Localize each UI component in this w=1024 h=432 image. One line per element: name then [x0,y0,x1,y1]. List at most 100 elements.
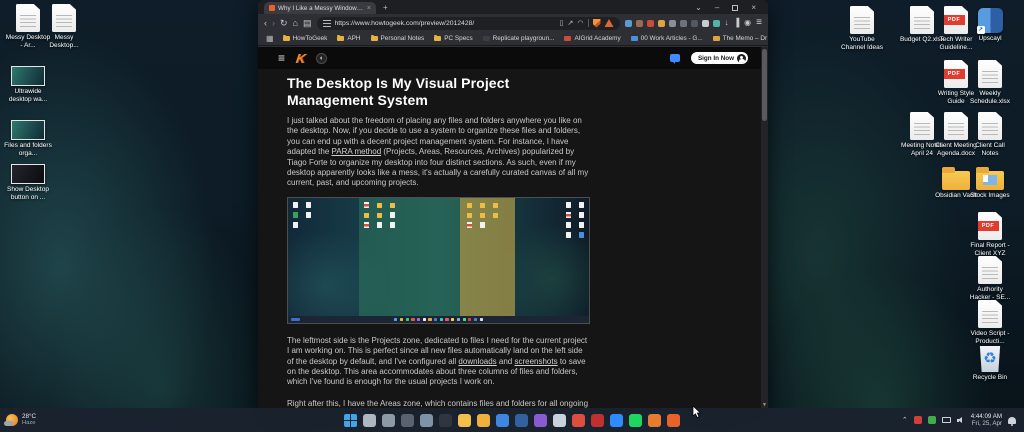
downloads-icon[interactable]: ↓ [725,19,729,27]
tray-app-green-icon[interactable] [928,416,936,424]
bookmark-items: HowToGeek APH Personal Notes PC Specs [283,35,768,42]
site-info-icon[interactable] [323,20,331,27]
extension-icon[interactable] [669,20,676,27]
desktop-icon[interactable]: Messy Desktop... [40,4,88,49]
scrollbar-thumb[interactable] [762,49,767,121]
taskbar-app-icon[interactable] [363,414,376,427]
taskbar-app-icon[interactable] [382,414,395,427]
desktop-icon[interactable]: Authority Hacker - SE... [966,256,1014,301]
desktop-icon[interactable]: Client Call Notes [966,112,1014,157]
bookmark-item[interactable]: 00 Work Articles - G... [631,35,703,42]
comments-icon[interactable] [670,54,680,62]
theme-toggle-icon[interactable]: ◐ [316,53,327,64]
taskbar-app-icon[interactable] [572,414,585,427]
share-icon[interactable]: ↗ [568,20,574,27]
sign-in-button[interactable]: Sign In Now [691,52,748,64]
bookmark-label: APH [347,35,360,42]
minimize-button[interactable]: – [715,3,719,12]
tray-chevron-icon[interactable]: ⌃ [902,417,908,424]
url-text[interactable]: https://www.howtogeek.com/preview/201242… [335,20,556,27]
extension-icon[interactable] [713,20,720,27]
weather-widget[interactable]: 28°C Haze [0,413,170,427]
taskbar-app-icon[interactable] [629,414,642,427]
desktop-icon[interactable]: YouTube Channel Ideas [838,6,886,51]
adguard-shield-icon[interactable] [593,19,601,28]
desktop-icon-label: YouTube Channel Ideas [838,36,886,51]
taskbar-app-icon[interactable] [610,414,623,427]
close-button[interactable]: × [751,3,756,12]
screenshots-link[interactable]: screenshots [514,357,557,366]
clock[interactable]: 4:44:09 AM Fri, 25, Apr [971,413,1002,427]
desktop-icon[interactable]: Show Desktop button on ... [4,160,52,201]
taskbar-app-icon[interactable] [496,414,509,427]
notification-bell-icon[interactable] [1008,417,1016,424]
desktop-icon[interactable]: Upscayl [966,6,1014,43]
hamburger-menu-icon[interactable]: ≡ [278,51,285,65]
taskbar-app-icon[interactable] [439,414,452,427]
mini-file-icon [377,213,382,218]
extension-icon[interactable] [680,20,687,27]
new-tab-button[interactable]: + [383,3,388,12]
maximize-button[interactable] [732,5,738,11]
reading-list-icon[interactable]: ▤ [303,19,312,28]
taskbar-app-icon[interactable] [344,414,357,427]
tab-close-icon[interactable]: × [367,5,371,12]
home-icon[interactable]: ⌂ [293,19,298,28]
rss-icon[interactable]: ◠ [577,20,583,27]
taskbar-app-icon[interactable] [648,414,661,427]
extension-icon[interactable] [691,20,698,27]
speaker-icon[interactable] [957,416,965,424]
extension-icon[interactable] [636,20,643,27]
taskbar-app-icon[interactable] [458,414,471,427]
mini-file-icon [390,212,395,218]
extension-icon[interactable] [702,20,709,27]
reload-icon[interactable]: ↻ [280,19,288,28]
taskbar-app-icon[interactable] [515,414,528,427]
display-icon[interactable] [942,417,951,423]
extension-icon[interactable] [625,20,632,27]
mini-file-icon [566,232,571,238]
url-bar[interactable]: https://www.howtogeek.com/preview/201242… [317,17,620,30]
back-icon[interactable]: ‹ [264,19,267,28]
bookmark-item[interactable]: APH [337,35,360,42]
bookmark-item[interactable]: HowToGeek [283,35,328,42]
bookmark-item[interactable]: AIGrid Academy [564,35,620,42]
taskbar-app-icon[interactable] [477,414,490,427]
desktop-icon[interactable]: PDF Final Report - Client XYZ [966,212,1014,257]
browser-menu-icon[interactable]: ≡ [756,18,762,28]
extension-icon[interactable] [658,20,665,27]
tab-search-chevron-icon[interactable]: ⌄ [695,3,702,12]
browser-tab[interactable]: Why I Like a Messy Windows D × [264,2,376,14]
taskbar-app-icon[interactable] [401,414,414,427]
reader-mode-icon[interactable]: ▯ [560,20,564,27]
bookmark-item[interactable]: The Memo – Dr Ala... [713,35,768,42]
taskbar-app-icon[interactable] [591,414,604,427]
scrollbar[interactable]: ▼ [761,47,768,408]
desktop-icon[interactable]: Stock Images [966,164,1014,200]
extension-icon[interactable] [647,20,654,27]
mini-file-icon [293,212,298,218]
forward-icon[interactable]: › [272,19,275,28]
desktop-icon[interactable]: Files and folders orga... [4,116,52,157]
tray-app-red-icon[interactable] [914,416,922,424]
desktop-icon[interactable]: Weekly Schedule.xlsx [966,60,1014,105]
tray-date: Fri, 25, Apr [972,420,1002,427]
howtogeek-logo-icon[interactable]: K [295,51,306,66]
bookmark-item[interactable]: Personal Notes [371,35,425,42]
taskbar-app-icon[interactable] [420,414,433,427]
taskbar-app-icon[interactable] [534,414,547,427]
profile-icon[interactable]: ◉ [744,19,751,27]
desktop-icon[interactable]: ♻ Recycle Bin [966,344,1014,382]
sidebar-icon[interactable]: ▐ [734,19,740,27]
embedded-desktop-screenshot[interactable] [287,197,590,324]
para-method-link[interactable]: PARA method [331,147,381,156]
bookmark-item[interactable]: PC Specs [434,35,472,42]
tab-groups-icon[interactable]: ▦ [266,34,274,43]
bookmark-item[interactable]: Replicate playgroun... [483,35,555,42]
warning-triangle-icon[interactable] [605,19,614,27]
downloads-link[interactable]: downloads [458,357,496,366]
desktop-icon[interactable]: Ultrawide desktop wa... [4,62,52,103]
taskbar-app-icon[interactable] [553,414,566,427]
taskbar-app-icon[interactable] [667,414,680,427]
desktop-icon[interactable]: Video Script - Producti... [966,300,1014,345]
